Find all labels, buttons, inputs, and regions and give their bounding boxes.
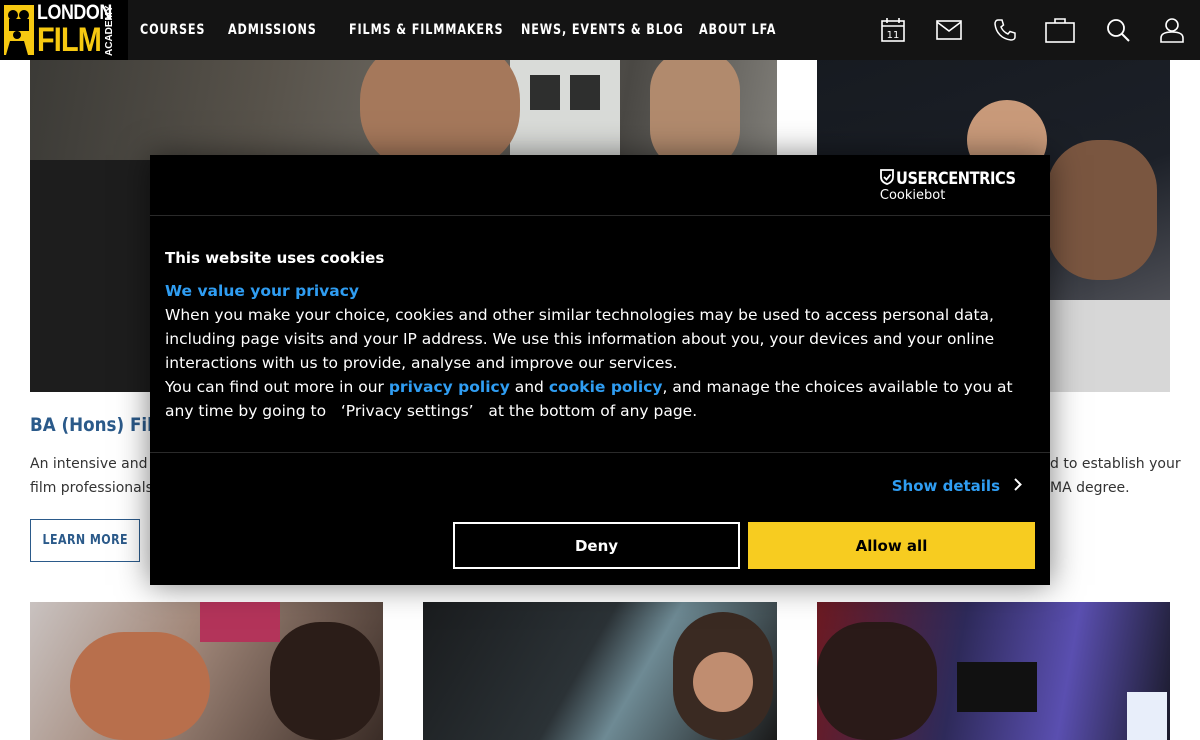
cookiebot-label: Cookiebot bbox=[879, 188, 946, 203]
calendar-icon[interactable]: 11 bbox=[877, 14, 909, 46]
para2-and: and bbox=[509, 378, 549, 396]
cookie-consent-dialog: USERCENTRICS Cookiebot This website uses… bbox=[150, 155, 1050, 585]
logo-film-text: FILM bbox=[37, 21, 102, 59]
learn-more-label: LEARN MORE bbox=[42, 533, 128, 548]
show-details-link[interactable]: Show details bbox=[892, 477, 1022, 495]
cookie-paragraph-1: When you make your choice, cookies and o… bbox=[165, 306, 995, 372]
para2-start: You can find out more in our bbox=[165, 378, 389, 396]
main-nav: COURSES ADMISSIONS FILMS & FILMMAKERS NE… bbox=[140, 0, 799, 60]
nav-news-events-blog[interactable]: NEWS, EVENTS & BLOG bbox=[521, 22, 683, 38]
logo-academy-text: ACADEMY bbox=[104, 5, 115, 56]
card-text-line: MA degree. bbox=[1050, 480, 1130, 496]
site-header: LONDON FILM ACADEMY COURSES ADMISSIONS F… bbox=[0, 0, 1200, 60]
lfa-logo[interactable]: LONDON FILM ACADEMY bbox=[0, 0, 128, 60]
bottom-photo-left bbox=[30, 602, 383, 740]
allow-all-button[interactable]: Allow all bbox=[748, 522, 1035, 569]
cookie-divider bbox=[150, 452, 1050, 453]
deny-button[interactable]: Deny bbox=[453, 522, 740, 569]
learn-more-button[interactable]: LEARN MORE bbox=[30, 519, 140, 562]
card-description-right: d to establish your MA degree. bbox=[1050, 452, 1200, 500]
phone-icon[interactable] bbox=[989, 14, 1021, 46]
privacy-policy-link[interactable]: privacy policy bbox=[389, 378, 510, 396]
chevron-right-icon bbox=[1014, 477, 1022, 495]
cookie-subtitle: We value your privacy bbox=[165, 282, 360, 300]
camera-operator-logo-icon bbox=[4, 5, 34, 55]
nav-films-filmmakers[interactable]: FILMS & FILMMAKERS bbox=[349, 22, 503, 38]
cookie-dialog-header: USERCENTRICS Cookiebot bbox=[150, 155, 1050, 216]
shield-check-icon bbox=[879, 169, 894, 189]
show-details-label: Show details bbox=[891, 477, 1000, 495]
card-description-left: An intensive and p film professionals bbox=[30, 452, 161, 500]
cookie-body: We value your privacy When you make your… bbox=[165, 279, 1035, 423]
card-text-line: film professionals bbox=[30, 480, 153, 496]
card-text-line: An intensive and p bbox=[30, 456, 161, 472]
nav-about-lfa[interactable]: ABOUT LFA bbox=[699, 22, 775, 38]
mail-icon[interactable] bbox=[933, 14, 965, 46]
cookie-title: This website uses cookies bbox=[165, 249, 385, 267]
card-text-line: d to establish your bbox=[1050, 456, 1181, 472]
usercentrics-brand: USERCENTRICS bbox=[895, 169, 1016, 189]
search-icon[interactable] bbox=[1102, 14, 1134, 46]
cookie-paragraph-2: You can find out more in our privacy pol… bbox=[165, 375, 1035, 423]
nav-admissions[interactable]: ADMISSIONS bbox=[228, 22, 316, 38]
usercentrics-logo: USERCENTRICS Cookiebot bbox=[880, 169, 1035, 203]
bottom-photo-right bbox=[817, 602, 1170, 740]
user-icon[interactable] bbox=[1156, 14, 1188, 46]
calendar-day: 11 bbox=[887, 30, 900, 41]
nav-courses[interactable]: COURSES bbox=[140, 22, 205, 38]
bag-icon[interactable] bbox=[1044, 14, 1076, 46]
cookie-policy-link[interactable]: cookie policy bbox=[549, 378, 663, 396]
bottom-photo-middle bbox=[423, 602, 777, 740]
